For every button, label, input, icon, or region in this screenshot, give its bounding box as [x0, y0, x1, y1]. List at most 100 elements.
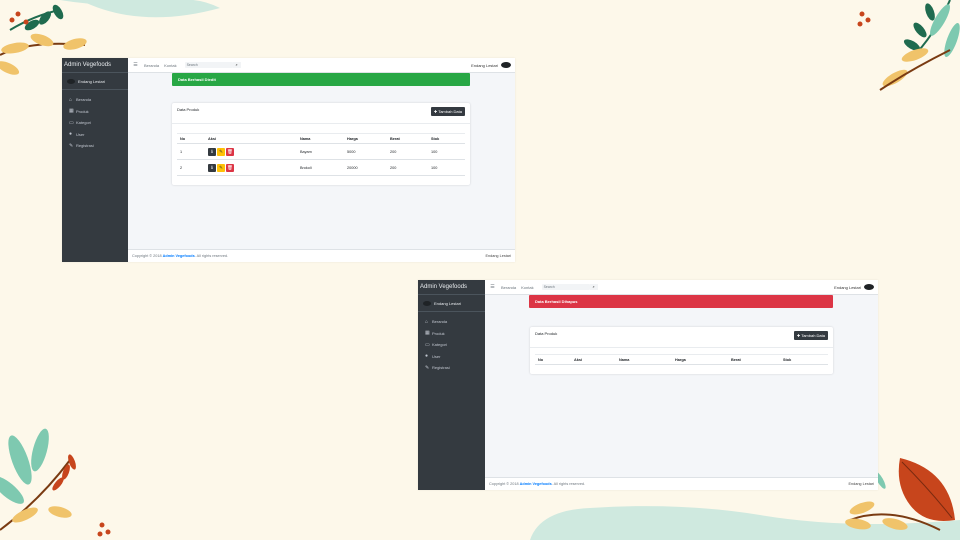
pencil-icon: ✎ — [219, 148, 223, 154]
sidebar: Admin Vegefoods Endang Lestari ⌂ Beranda … — [418, 280, 485, 490]
sidebar-item-label: Produk — [432, 330, 445, 336]
column-header-harga: Harga — [347, 136, 358, 141]
search-icon[interactable]: ⌕ — [232, 62, 241, 68]
sidebar-item-beranda[interactable]: ⌂ Beranda — [418, 316, 485, 328]
add-data-button[interactable]: ✚ Tambah Data — [430, 107, 465, 116]
card-icon: ▭ — [425, 341, 430, 348]
nav-link-kontak[interactable]: Kontak — [164, 63, 176, 68]
detail-button[interactable]: ℹ — [208, 147, 216, 156]
column-header-aksi: Aksi — [208, 136, 217, 141]
sidebar-item-user[interactable]: ● User — [418, 351, 485, 363]
cell-harga: 5000 — [347, 149, 356, 154]
sidebar-item-user[interactable]: ● User — [62, 129, 128, 141]
column-header-no: No — [180, 136, 186, 141]
detail-button[interactable]: ℹ — [208, 163, 216, 172]
user-name: Endang Lestari — [78, 78, 105, 84]
footer-brand-link[interactable]: Admin Vegefoods — [163, 254, 195, 258]
footer-brand-link[interactable]: Admin Vegefoods — [520, 482, 552, 486]
action-buttons: ℹ ✎ 🗑 — [208, 147, 235, 156]
sidebar-nav: ⌂ Beranda ▦ Produk ▭ Kategori ● User ✎ Regist… — [62, 94, 128, 152]
cell-stok: 100 — [431, 149, 438, 154]
product-table: No Aksi Nama Harga Berat Stok — [535, 354, 828, 365]
nav-link-beranda[interactable]: Beranda — [501, 285, 516, 290]
cell-nama: Brokoli — [300, 165, 312, 170]
sidebar-item-produk[interactable]: ▦ Produk — [62, 106, 128, 118]
footer-prefix: Copyright © 2018 — [132, 254, 162, 258]
column-header-stok: Stok — [431, 136, 440, 141]
sidebar-item-registrasi[interactable]: ✎ Registrasi — [62, 140, 128, 152]
table-header-row: No Aksi Nama Harga Berat Stok — [177, 133, 465, 144]
column-header-berat: Berat — [731, 357, 741, 362]
edit-icon: ✎ — [69, 142, 74, 149]
brand-link[interactable]: Admin Vegefoods — [418, 280, 485, 295]
sidebar-item-produk[interactable]: ▦ Produk — [418, 328, 485, 340]
column-header-berat: Berat — [390, 136, 400, 141]
cell-nama: Bayam — [300, 149, 312, 154]
navbar-avatar — [501, 62, 511, 68]
edit-button[interactable]: ✎ — [217, 163, 225, 172]
card-icon: ▭ — [69, 119, 74, 126]
pencil-icon: ✎ — [219, 164, 223, 170]
product-table: No Aksi Nama Harga Berat Stok 1 ℹ ✎ 🗑 Baya… — [177, 133, 465, 176]
navbar-user[interactable]: Endang Lestari — [834, 284, 874, 290]
wave-decoration-bottom-icon — [530, 506, 960, 540]
product-card: Data Produk ✚ Tambah Data No Aksi Nama H… — [530, 327, 833, 374]
search-input[interactable]: Search — [184, 62, 233, 68]
leaf-decoration-top-right-icon — [857, 0, 960, 91]
footer-suffix: All rights reserved. — [553, 482, 586, 486]
sidebar-item-beranda[interactable]: ⌂ Beranda — [62, 94, 128, 106]
footer: Copyright © 2018 Admin Vegefoods. All ri… — [485, 477, 878, 490]
action-buttons: ℹ ✎ 🗑 — [208, 163, 235, 172]
leaf-decoration-bottom-left-icon — [0, 428, 111, 537]
nav-link-kontak[interactable]: Kontak — [521, 285, 533, 290]
home-icon: ⌂ — [69, 96, 73, 103]
avatar — [67, 78, 75, 84]
sidebar-item-label: Produk — [76, 108, 89, 114]
cell-no: 1 — [180, 149, 183, 154]
sidebar: Admin Vegefoods Endang Lestari ⌂ Beranda … — [62, 58, 128, 262]
sidebar-item-kategori[interactable]: ▭ Kategori — [62, 117, 128, 129]
footer-author: Endang Lestari — [848, 482, 874, 486]
column-header-aksi: Aksi — [574, 357, 583, 362]
hamburger-menu-icon[interactable]: ☰ — [489, 284, 496, 290]
footer-author: Endang Lestari — [485, 254, 511, 258]
info-icon: ℹ — [211, 148, 213, 154]
search-icon[interactable]: ⌕ — [589, 284, 598, 290]
admin-screenshot-1: Admin Vegefoods Endang Lestari ⌂ Beranda … — [62, 58, 515, 262]
cell-stok: 100 — [431, 165, 438, 170]
brand-link[interactable]: Admin Vegefoods — [62, 58, 128, 73]
column-header-nama: Nama — [619, 357, 630, 362]
edit-icon: ✎ — [425, 364, 430, 371]
danger-alert: Data Berhasil Dihapus — [529, 295, 833, 308]
footer: Copyright © 2018 Admin Vegefoods. All ri… — [128, 249, 515, 262]
sidebar-item-label: Kategori — [76, 120, 91, 126]
content-area: Data Berhasil Diedit Data Produk ✚ Tamba… — [128, 73, 515, 250]
navbar-user[interactable]: Endang Lestari — [471, 62, 511, 68]
card-title: Data Produk — [177, 107, 200, 112]
hamburger-menu-icon[interactable]: ☰ — [132, 62, 139, 68]
calendar-icon: ▦ — [69, 108, 74, 115]
success-alert: Data Berhasil Diedit — [172, 73, 470, 86]
sidebar-item-registrasi[interactable]: ✎ Registrasi — [418, 362, 485, 374]
delete-button[interactable]: 🗑 — [226, 147, 234, 156]
add-data-button[interactable]: ✚ Tambah Data — [793, 331, 828, 340]
cell-berat: 200 — [390, 149, 397, 154]
divider — [172, 123, 470, 124]
footer-prefix: Copyright © 2018 — [489, 482, 519, 486]
user-panel[interactable]: Endang Lestari — [62, 73, 128, 90]
nav-link-beranda[interactable]: Beranda — [144, 63, 159, 68]
navbar-user-name: Endang Lestari — [471, 62, 498, 68]
delete-button[interactable]: 🗑 — [226, 163, 234, 172]
info-icon: ℹ — [211, 164, 213, 170]
user-panel[interactable]: Endang Lestari — [418, 295, 485, 312]
sidebar-item-kategori[interactable]: ▭ Kategori — [418, 339, 485, 351]
table-row: 2 ℹ ✎ 🗑 Brokoli 20000 200 100 — [177, 160, 465, 176]
column-header-harga: Harga — [675, 357, 686, 362]
search-input[interactable]: Search — [541, 284, 590, 290]
add-data-label: Tambah Data — [801, 333, 825, 338]
sidebar-item-label: Beranda — [432, 319, 448, 325]
divider — [530, 347, 833, 348]
table-header-row: No Aksi Nama Harga Berat Stok — [535, 354, 828, 365]
edit-button[interactable]: ✎ — [217, 147, 225, 156]
trash-icon: 🗑 — [227, 148, 233, 154]
